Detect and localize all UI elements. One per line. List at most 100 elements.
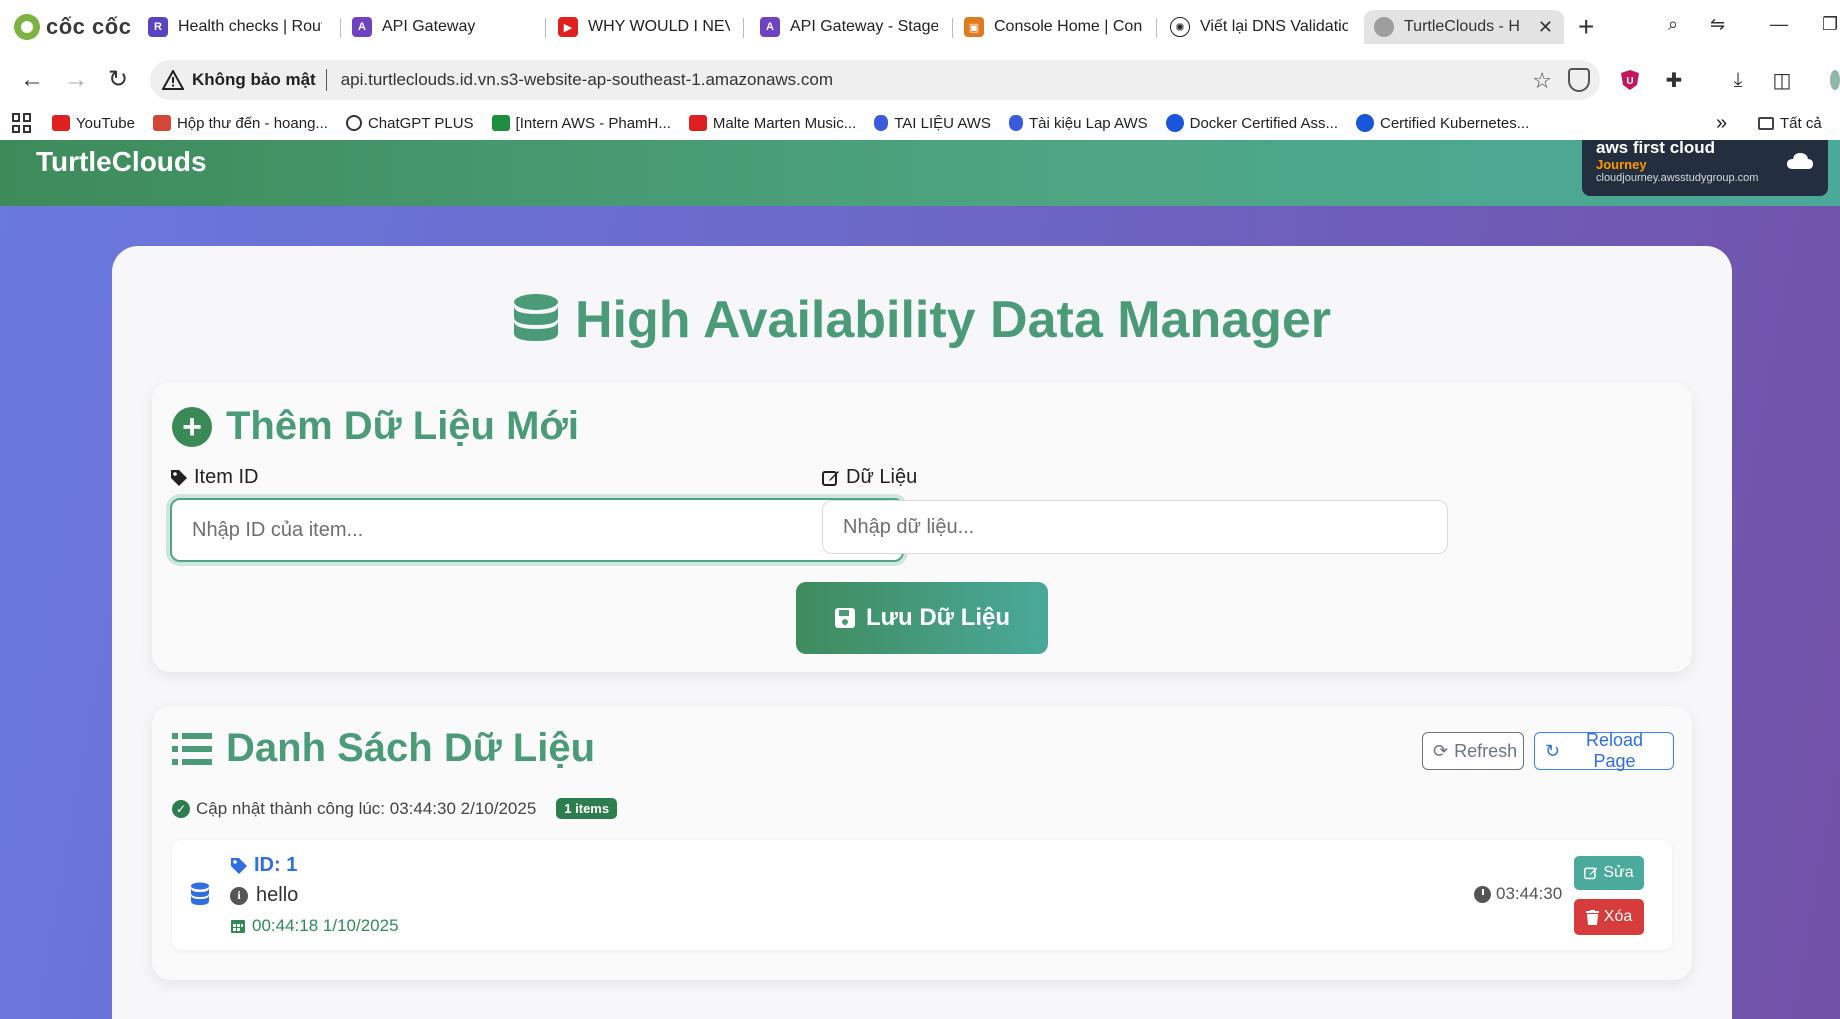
edit-button[interactable]: Sửa — [1574, 856, 1644, 890]
more-bookmarks-icon[interactable]: » — [1716, 112, 1727, 135]
bookmark-label: Docker Certified Ass... — [1189, 114, 1338, 132]
tab-console-home[interactable]: ▣ Console Home | Cons — [954, 10, 1152, 44]
check-circle-icon: ✓ — [172, 799, 190, 818]
route53-icon: R — [148, 17, 168, 37]
tab-turtleclouds[interactable]: TurtleClouds - H ✕ — [1364, 10, 1564, 44]
calendar-icon — [231, 920, 245, 933]
tab-title: API Gateway — [382, 18, 476, 35]
data-input[interactable] — [822, 500, 1448, 554]
bookmark-item[interactable]: Tài kiệu Lap AWS — [1008, 114, 1148, 132]
all-bookmarks-folder[interactable]: Tất cả — [1758, 115, 1822, 132]
tab-history-icon[interactable]: ⇋ — [1710, 14, 1725, 35]
edit-icon — [822, 470, 839, 486]
security-status-label[interactable]: Không bảo mật — [192, 70, 316, 90]
tab-api-gateway[interactable]: A API Gateway — [342, 10, 542, 44]
edit-label: Sửa — [1603, 864, 1634, 881]
extensions-icon[interactable]: ✚ — [1662, 68, 1686, 92]
all-bookmarks-label: Tất cả — [1780, 114, 1822, 132]
bookmark-item[interactable]: TAI LIỆU AWS — [874, 115, 991, 132]
info-circle-icon: i — [230, 886, 248, 905]
shield-icon — [1008, 115, 1023, 131]
tab-separator — [545, 18, 546, 38]
item-time-text: 03:44:30 — [1496, 884, 1563, 903]
gmail-icon — [152, 115, 171, 131]
bookmarks-bar: YouTube Hộp thư đến - hoang... ChatGPT P… — [0, 106, 1840, 140]
apps-grid-icon[interactable] — [12, 113, 32, 133]
bookmark-label: Tài kiệu Lap AWS — [1028, 114, 1148, 132]
main-card: High Availability Data Manager + Thêm Dữ… — [112, 246, 1732, 1019]
globe-icon — [1374, 17, 1394, 37]
bookmark-item[interactable]: Certified Kubernetes... — [1356, 114, 1529, 132]
browser-tab-bar: cốc cốc R Health checks | Route A API Ga… — [0, 0, 1840, 54]
new-tab-button[interactable]: + — [1578, 12, 1594, 42]
save-data-button[interactable]: Lưu Dữ Liệu — [796, 582, 1048, 654]
tab-separator — [1156, 18, 1157, 38]
floppy-disk-icon — [834, 608, 855, 628]
reload-page-button[interactable]: ↻ Reload Page — [1534, 730, 1674, 771]
address-bar[interactable]: Không bảo mật api.turtleclouds.id.vn.s3-… — [150, 60, 1600, 100]
refresh-label: Refresh — [1454, 740, 1518, 761]
warning-icon[interactable] — [162, 69, 184, 91]
profile-avatar[interactable] — [1830, 68, 1840, 92]
delete-label: Xóa — [1603, 908, 1633, 925]
restore-window-icon[interactable]: ❐ — [1822, 14, 1838, 35]
minimize-window-icon[interactable]: — — [1770, 14, 1788, 35]
item-created-text: 00:44:18 1/10/2025 — [252, 916, 399, 935]
google-sheets-icon — [491, 115, 510, 131]
search-tabs-icon[interactable]: ⌕ — [1668, 14, 1678, 35]
data-list-heading: Danh Sách Dữ Liệu — [172, 726, 595, 771]
item-time: 03:44:30 — [1474, 884, 1562, 904]
forward-icon[interactable]: → — [64, 66, 88, 94]
tab-title: TurtleClouds - H — [1404, 18, 1520, 35]
bookmark-item[interactable]: [Intern AWS - PhamH... — [491, 115, 671, 132]
bookmark-star-icon[interactable]: ☆ — [1532, 68, 1552, 94]
chatgpt-icon — [345, 115, 362, 131]
split-view-icon[interactable]: ◫ — [1770, 68, 1794, 92]
bookmark-item[interactable]: Hộp thư đến - hoang... — [152, 115, 328, 132]
browser-brand[interactable]: cốc cốc — [14, 12, 131, 42]
aws-journey-badge: aws first cloud Journey cloudjourney.aws… — [1582, 140, 1828, 196]
tab-title: Viết lại DNS Validatio — [1200, 18, 1348, 35]
tab-title: API Gateway - Stages — [790, 18, 938, 35]
downloads-icon[interactable]: ⤓ — [1726, 68, 1750, 92]
reload-icon[interactable]: ↻ — [108, 66, 128, 94]
credly-icon — [1165, 114, 1184, 132]
edit-icon — [1584, 867, 1598, 880]
tab-title: Console Home | Cons — [994, 18, 1142, 35]
item-id-input[interactable] — [170, 498, 904, 562]
bookmark-item[interactable]: YouTube — [52, 115, 135, 132]
back-icon[interactable]: ← — [20, 66, 44, 94]
tab-separator — [743, 18, 744, 38]
shield-icon[interactable] — [1568, 68, 1590, 92]
delete-button[interactable]: Xóa — [1574, 899, 1644, 935]
item-id: ID: 1 — [230, 854, 297, 877]
list-icon — [172, 732, 212, 765]
url-text[interactable]: api.turtleclouds.id.vn.s3-website-ap-sou… — [341, 70, 833, 90]
tab-chatgpt[interactable]: ✺ Viết lại DNS Validatio — [1160, 10, 1358, 44]
tab-api-gateway-stages[interactable]: A API Gateway - Stages — [750, 10, 948, 44]
bookmark-item[interactable]: ChatGPT PLUS — [345, 115, 474, 132]
ublock-icon[interactable]: U — [1618, 68, 1642, 92]
item-id-text: ID: 1 — [254, 854, 298, 876]
update-status-text: Cập nhật thành công lúc: 03:44:30 2/10/2… — [196, 798, 537, 818]
aws-console-icon: ▣ — [964, 17, 984, 37]
item-count-badge: 1 items — [556, 798, 618, 819]
bookmark-item[interactable]: Malte Marten Music... — [688, 115, 856, 132]
site-title: TurtleClouds — [36, 146, 207, 177]
add-data-heading-text: Thêm Dữ Liệu Mới — [226, 404, 579, 448]
close-tab-icon[interactable]: ✕ — [1538, 17, 1553, 38]
plus-circle-icon: + — [172, 406, 212, 447]
refresh-button[interactable]: ⟳ Refresh — [1422, 732, 1524, 770]
tab-title: WHY WOULD I NEVE — [588, 18, 730, 35]
bookmark-item[interactable]: Docker Certified Ass... — [1165, 114, 1338, 132]
tab-youtube-video[interactable]: ▶ WHY WOULD I NEVE — [548, 10, 740, 44]
tab-separator — [340, 18, 341, 38]
bookmark-label: TAI LIỆU AWS — [894, 114, 991, 132]
add-data-panel: + Thêm Dữ Liệu Mới Item ID Dữ Liệu Lưu D… — [152, 382, 1692, 672]
tab-separator — [952, 18, 953, 38]
tab-health-checks[interactable]: R Health checks | Route — [138, 10, 332, 44]
page-title: High Availability Data Manager — [112, 290, 1732, 350]
database-icon — [513, 294, 558, 341]
page-viewport: TurtleClouds aws first cloud Journey clo… — [0, 140, 1840, 1019]
item-data: i hello — [230, 884, 298, 907]
